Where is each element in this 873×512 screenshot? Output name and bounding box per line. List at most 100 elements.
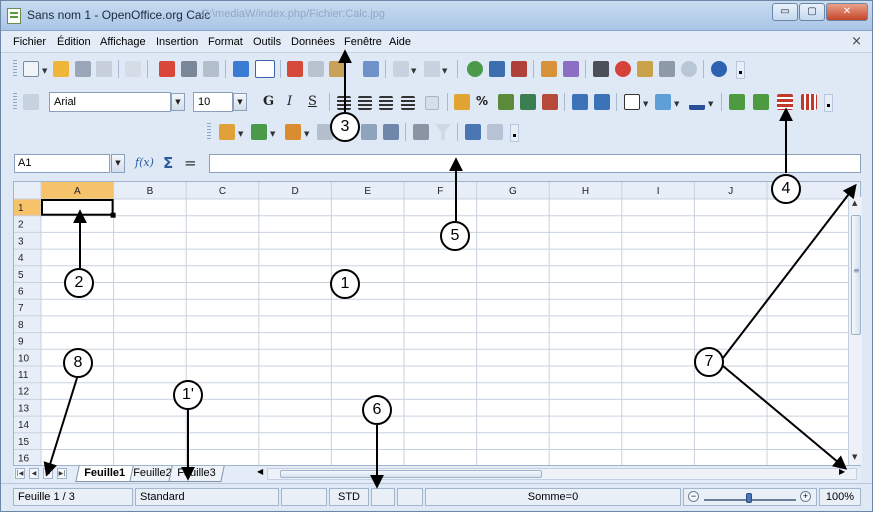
italic-button[interactable]: I <box>287 94 292 109</box>
open-folder-icon[interactable] <box>53 61 69 77</box>
insert-cell-icon[interactable] <box>251 124 267 140</box>
maximize-button[interactable]: ▢ <box>799 3 825 21</box>
gallery-icon[interactable] <box>637 61 653 77</box>
background-color-icon[interactable] <box>655 94 671 110</box>
zoom-out-icon[interactable]: − <box>688 491 699 502</box>
menu-donnees[interactable]: Données <box>291 36 335 48</box>
insert-chart-icon[interactable] <box>285 124 301 140</box>
menu-fenetre[interactable]: Fenêtre <box>344 36 382 48</box>
split-window-icon[interactable] <box>487 124 503 140</box>
spreadsheet-grid[interactable]: A B C D E F G H I J 1 2 3 4 5 6 7 8 9 10 11 12 13 14 15 16 <box>13 181 861 466</box>
font-color-dropdown-icon[interactable]: ▼ <box>708 100 713 108</box>
chart-icon[interactable] <box>541 61 557 77</box>
standard-number-format-icon[interactable] <box>498 94 514 110</box>
vertical-scroll-thumb[interactable] <box>851 215 861 335</box>
new-dropdown-icon[interactable]: ▼ <box>42 67 47 75</box>
background-dropdown-icon[interactable]: ▼ <box>674 100 679 108</box>
justify-icon[interactable] <box>401 96 415 110</box>
previous-sheet-icon[interactable]: ◀ <box>29 468 39 479</box>
bold-button[interactable]: G <box>263 94 274 109</box>
sort-descending-icon[interactable] <box>511 61 527 77</box>
horizontal-scroll-thumb[interactable] <box>280 470 542 478</box>
menu-edition[interactable]: Édition <box>57 36 91 48</box>
name-box-dropdown-icon[interactable]: ▼ <box>111 154 125 173</box>
paste-icon[interactable] <box>329 61 345 77</box>
shapes-icon[interactable] <box>383 124 399 140</box>
copy-icon[interactable] <box>308 61 324 77</box>
freeze-panes-icon[interactable] <box>465 124 481 140</box>
edit-file-icon[interactable] <box>125 61 141 77</box>
insert-object-icon[interactable] <box>219 124 235 140</box>
find-replace-icon[interactable] <box>593 61 609 77</box>
font-size-dropdown-icon[interactable]: ▼ <box>233 93 247 111</box>
font-color-icon[interactable] <box>689 94 705 110</box>
close-button[interactable]: ✕ <box>826 3 868 21</box>
format-paintbrush-icon[interactable] <box>363 61 379 77</box>
sum-button[interactable]: Σ <box>163 154 173 172</box>
cut-icon[interactable] <box>287 61 303 77</box>
auto-spellcheck-icon[interactable] <box>255 60 275 78</box>
redo-dropdown-icon[interactable]: ▼ <box>442 67 447 75</box>
zoom-in-icon[interactable]: + <box>800 491 811 502</box>
horizontal-scrollbar[interactable] <box>267 468 857 480</box>
currency-format-icon[interactable] <box>454 94 470 110</box>
font-size-combobox[interactable]: 10 <box>193 92 233 112</box>
help-icon[interactable] <box>711 61 727 77</box>
toolbar-options-icon[interactable] <box>510 124 519 142</box>
status-selection-mode[interactable]: STD <box>329 488 369 506</box>
merge-cells-icon[interactable] <box>425 96 439 110</box>
align-right-icon[interactable] <box>379 96 393 110</box>
font-name-combobox[interactable]: Arial <box>49 92 171 112</box>
sheet-tab-feuille3[interactable]: Feuille3 <box>168 466 225 482</box>
last-sheet-icon[interactable]: ▶| <box>57 468 67 479</box>
print-preview-icon[interactable] <box>203 61 219 77</box>
cell-grid[interactable]: A B C D E F G H I J12345678910111213141516 <box>14 182 861 466</box>
draw-functions-icon[interactable] <box>563 61 579 77</box>
zoom-icon[interactable] <box>681 61 697 77</box>
autofilter-icon[interactable] <box>413 124 429 140</box>
styles-formatting-icon[interactable] <box>23 94 39 110</box>
borders-icon[interactable] <box>624 94 640 110</box>
email-icon[interactable] <box>96 61 112 77</box>
align-left-icon[interactable] <box>337 96 351 110</box>
sheet-tab-feuille1[interactable]: Feuille1 <box>75 466 134 482</box>
underline-button[interactable]: S <box>308 94 317 109</box>
menu-outils[interactable]: Outils <box>253 36 281 48</box>
scroll-down-icon[interactable]: ▼ <box>852 453 857 461</box>
sort-ascending-icon[interactable] <box>489 61 505 77</box>
insert-dropdown-icon[interactable]: ▼ <box>238 130 243 138</box>
toolbar-options-icon[interactable] <box>736 61 745 79</box>
export-pdf-icon[interactable] <box>159 61 175 77</box>
zoom-slider-knob[interactable] <box>746 493 752 503</box>
menu-fichier[interactable]: Fichier <box>13 36 46 48</box>
menu-affichage[interactable]: Affichage <box>100 36 146 48</box>
insert-cell-dropdown-icon[interactable]: ▼ <box>270 130 275 138</box>
undo-icon[interactable] <box>393 61 409 77</box>
function-wizard-icon[interactable]: f(x) <box>135 156 154 169</box>
print-icon[interactable] <box>181 61 197 77</box>
toolbar-options-icon[interactable] <box>824 94 833 112</box>
name-box[interactable]: A1 <box>14 154 110 173</box>
percent-format-button[interactable]: % <box>476 94 488 108</box>
chart-dropdown-icon[interactable]: ▼ <box>304 130 309 138</box>
filter-icon[interactable] <box>435 124 451 140</box>
add-decimal-icon[interactable] <box>520 94 536 110</box>
insert-columns-icon[interactable] <box>753 94 769 110</box>
delete-decimal-icon[interactable] <box>542 94 558 110</box>
decrease-indent-icon[interactable] <box>572 94 588 110</box>
borders-dropdown-icon[interactable]: ▼ <box>643 100 648 108</box>
minimize-button[interactable]: ▭ <box>772 3 798 21</box>
hyperlink-icon[interactable] <box>467 61 483 77</box>
document-close-icon[interactable]: × <box>851 34 862 49</box>
menu-aide[interactable]: Aide <box>389 36 411 48</box>
save-icon[interactable] <box>75 61 91 77</box>
hscroll-left-icon[interactable]: ◀ <box>257 467 263 476</box>
data-sources-icon[interactable] <box>659 61 675 77</box>
next-sheet-icon[interactable]: ▶ <box>43 468 53 479</box>
first-sheet-icon[interactable]: |◀ <box>15 468 25 479</box>
vertical-scrollbar[interactable]: ▲ ▼ <box>848 197 862 465</box>
function-button[interactable]: = <box>184 154 197 172</box>
delete-columns-icon[interactable] <box>801 94 817 110</box>
font-name-dropdown-icon[interactable]: ▼ <box>171 93 185 111</box>
scroll-up-icon[interactable]: ▲ <box>852 199 857 207</box>
